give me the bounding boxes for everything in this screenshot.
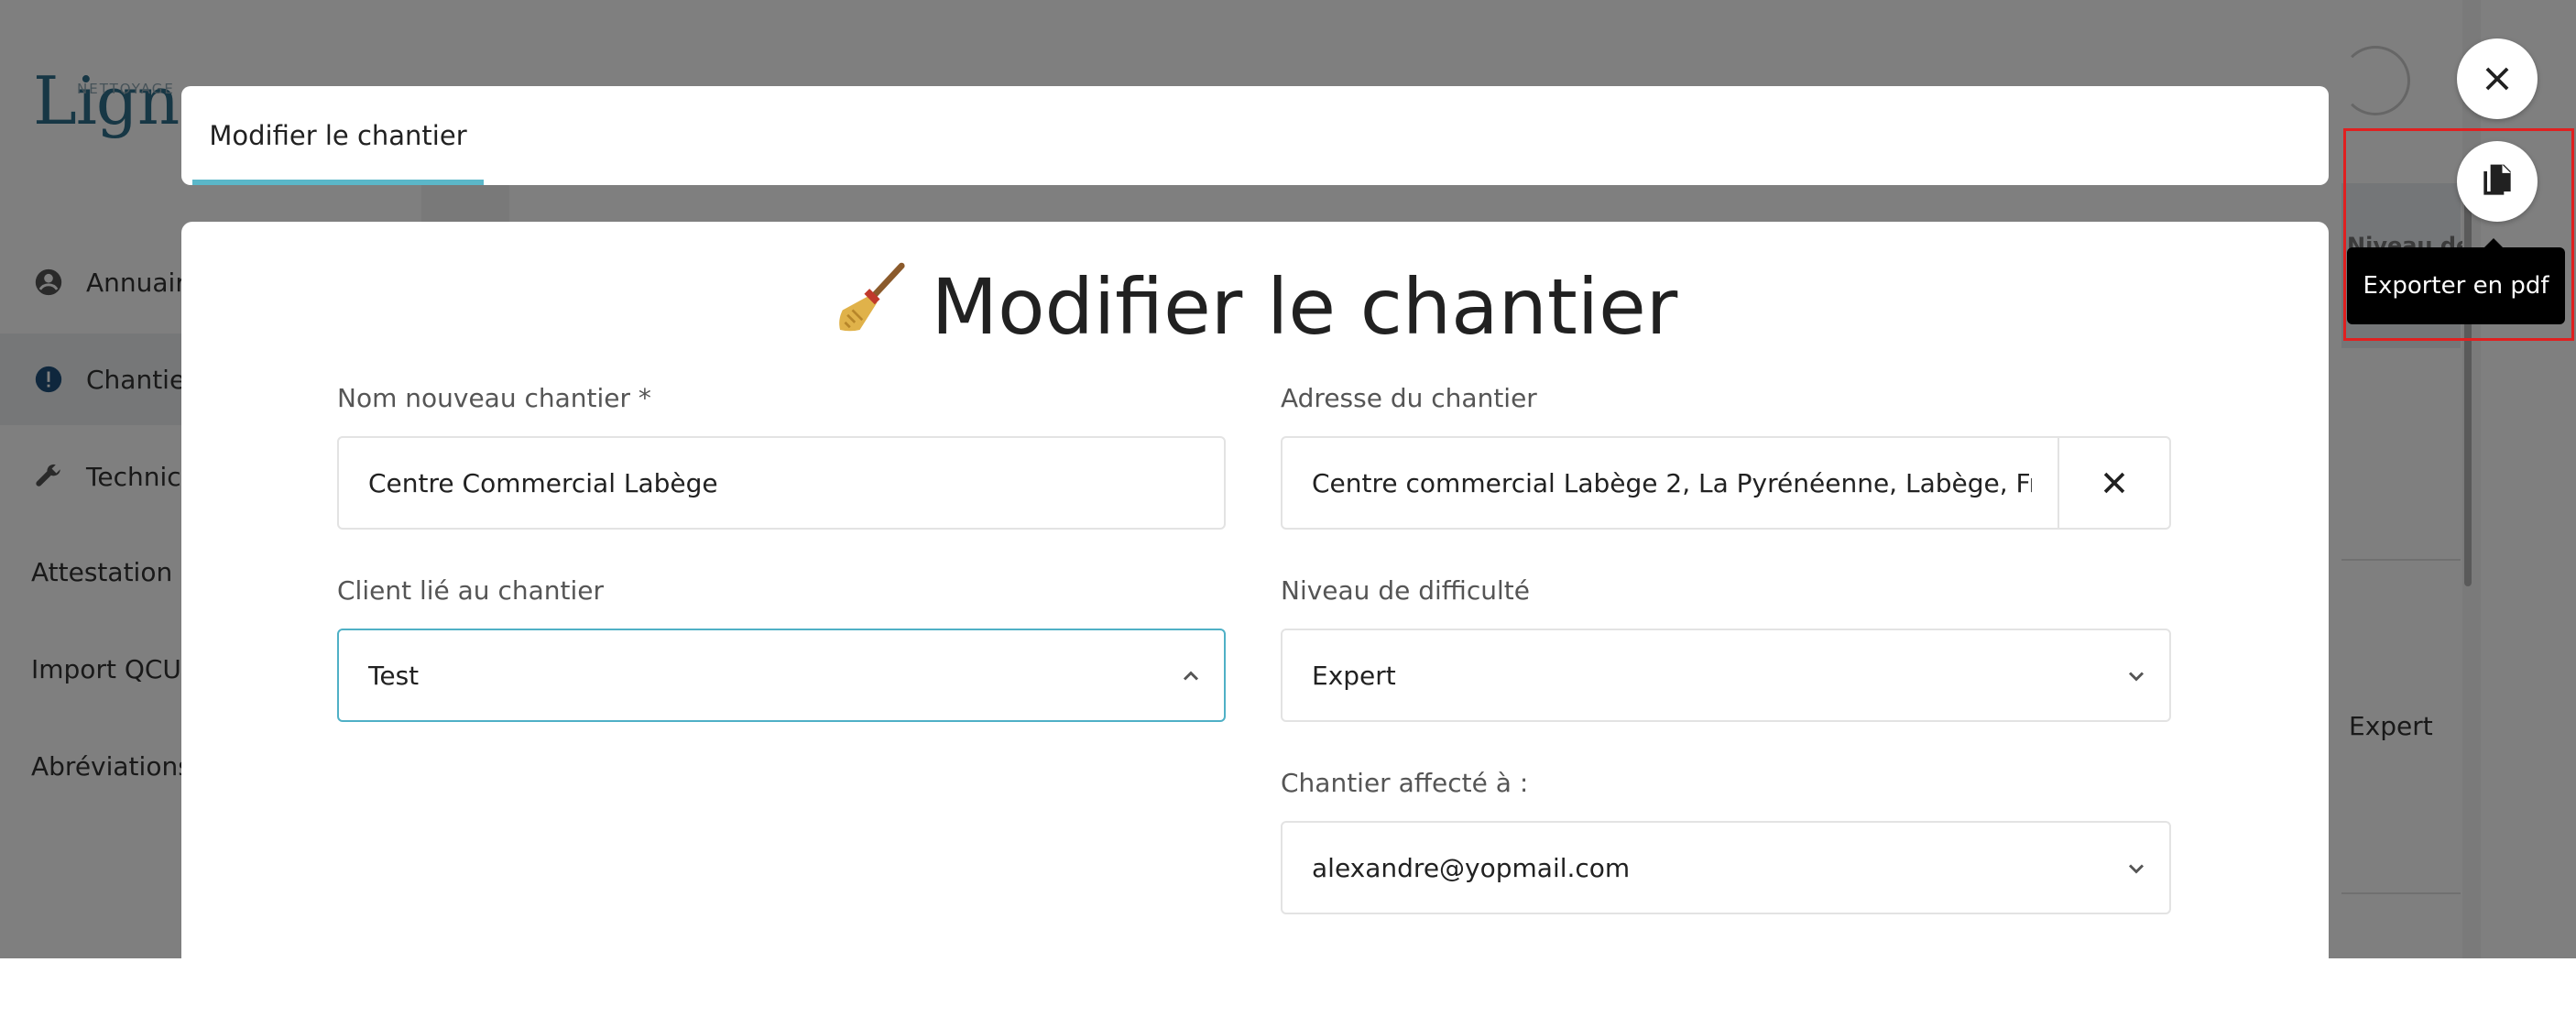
highlight-box: [2343, 128, 2574, 341]
close-icon: [2103, 472, 2125, 494]
address-input[interactable]: Centre commercial Labège 2, La Pyrénéenn…: [1281, 436, 2171, 530]
assigned-value: alexandre@yopmail.com: [1312, 852, 1631, 883]
client-label: Client lié au chantier: [337, 575, 604, 606]
close-icon: [2485, 67, 2509, 91]
difficulty-value: Expert: [1312, 660, 1396, 691]
assigned-label: Chantier affecté à :: [1281, 768, 1529, 798]
chantier-name-input[interactable]: Centre Commercial Labège: [337, 436, 1226, 530]
difficulty-label: Niveau de difficulté: [1281, 575, 1530, 606]
address-value: Centre commercial Labège 2, La Pyrénéenn…: [1312, 467, 2032, 498]
assigned-select[interactable]: alexandre@yopmail.com: [1281, 821, 2171, 914]
close-modal-button[interactable]: [2457, 38, 2538, 119]
tab-modifier-chantier[interactable]: Modifier le chantier: [192, 86, 484, 185]
chevron-down-icon[interactable]: [2123, 663, 2149, 689]
broom-icon: [833, 258, 911, 355]
tab-indicator: [192, 180, 484, 185]
client-select[interactable]: Test: [337, 629, 1226, 722]
name-label: Nom nouveau chantier *: [337, 383, 651, 413]
chevron-down-icon[interactable]: [2123, 856, 2149, 881]
modal-tab-bar: Modifier le chantier: [181, 86, 2329, 185]
edit-chantier-modal: Modifier le chantier Nom nouveau chantie…: [181, 222, 2329, 1028]
chantier-name-value: Centre Commercial Labège: [368, 467, 718, 498]
address-label: Adresse du chantier: [1281, 383, 1537, 413]
client-value: Test: [368, 660, 420, 691]
chevron-up-icon[interactable]: [1178, 663, 1204, 689]
clear-address-button[interactable]: [2058, 438, 2169, 528]
difficulty-select[interactable]: Expert: [1281, 629, 2171, 722]
page-title: Modifier le chantier: [181, 258, 2329, 355]
modal-title-text: Modifier le chantier: [931, 262, 1678, 352]
